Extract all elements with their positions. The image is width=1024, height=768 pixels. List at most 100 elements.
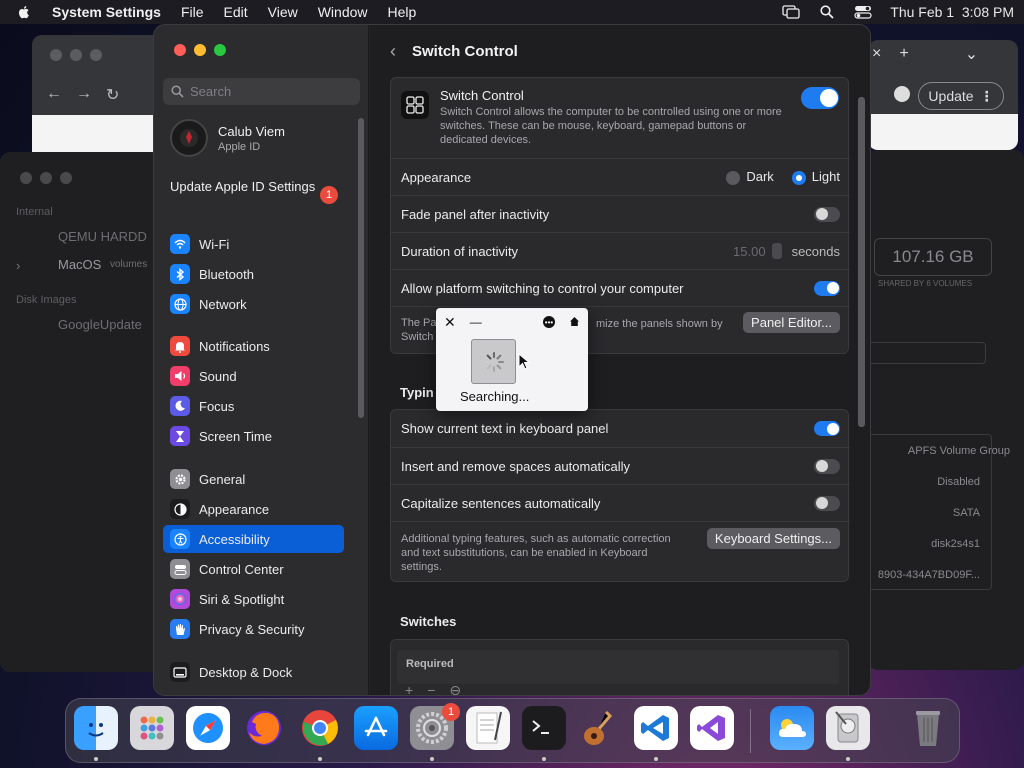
dock-disk-utility-icon[interactable]: [826, 706, 870, 750]
appearance-row: Appearance Dark Light: [391, 158, 850, 195]
new-tab-icon: +: [899, 45, 909, 62]
capitalize-row: Capitalize sentences automatically: [391, 484, 850, 521]
sidebar-item-label: Accessibility: [199, 531, 270, 547]
menu-clock[interactable]: Thu Feb 1 3:08 PM: [890, 4, 1014, 20]
capitalize-toggle[interactable]: [814, 495, 840, 511]
sidebar-item-wi-fi[interactable]: Wi-Fi: [163, 230, 344, 258]
panel-editor-button[interactable]: Panel Editor...: [743, 312, 840, 333]
required-column-header: Required: [406, 658, 454, 670]
typing-group: Show current text in keyboard panel Inse…: [390, 409, 850, 582]
sidebar-item-siri-spotlight[interactable]: Siri & Spotlight: [163, 585, 344, 613]
more-options-icon[interactable]: ⊖: [449, 682, 461, 695]
menu-help[interactable]: Help: [388, 4, 417, 20]
loading-spinner-icon: [471, 339, 516, 384]
reload-icon: ↻: [106, 87, 120, 104]
menu-window[interactable]: Window: [318, 4, 368, 20]
sidebar-item-screen-time[interactable]: Screen Time: [163, 422, 344, 450]
sidebar-item-label: Desktop & Dock: [199, 664, 293, 680]
hourglass-icon: [170, 426, 190, 446]
sidebar-item-accessibility[interactable]: Accessibility: [163, 525, 344, 553]
sidebar-item-desktop-dock[interactable]: Desktop & Dock: [163, 658, 344, 686]
bluetooth-icon: [170, 264, 190, 284]
apple-menu-icon[interactable]: [16, 4, 32, 20]
sidebar-item-sound[interactable]: Sound: [163, 362, 344, 390]
dock-textedit-icon[interactable]: [466, 706, 510, 750]
add-switch-button[interactable]: +: [405, 682, 413, 695]
dock-app-store-icon[interactable]: [354, 706, 398, 750]
sidebar-item-label: Bluetooth: [199, 266, 254, 282]
update-badge: 1: [320, 186, 338, 204]
dock-vs-code-icon[interactable]: [634, 706, 678, 750]
sidebar-item-appearance[interactable]: Appearance: [163, 495, 344, 523]
sidebar-item-label: Appearance: [199, 501, 270, 517]
back-button[interactable]: ‹: [390, 41, 396, 62]
background-chrome-window-right: × + ⌄ Update ⋮: [868, 40, 1018, 150]
update-apple-id-settings[interactable]: Update Apple ID Settings: [170, 179, 345, 195]
appearance-light-radio[interactable]: Light: [791, 169, 840, 185]
dock-weather-icon[interactable]: [770, 706, 814, 750]
minimize-panel-icon[interactable]: —: [470, 315, 482, 329]
control-center-icon: [170, 559, 190, 579]
sidebar-item-privacy-security[interactable]: Privacy & Security: [163, 615, 344, 643]
sidebar-item-bluetooth[interactable]: Bluetooth: [163, 260, 344, 288]
search-field[interactable]: [163, 78, 360, 105]
duration-row: Duration of inactivity 15.00 seconds: [391, 232, 850, 269]
menu-bar: System Settings File Edit View Window He…: [0, 0, 1024, 24]
dock: 1: [65, 698, 960, 763]
sidebar-item-label: Focus: [199, 398, 235, 414]
dock-visual-studio-icon[interactable]: [690, 706, 734, 750]
close-window-button[interactable]: [174, 44, 186, 56]
sidebar-scrollbar[interactable]: [358, 118, 364, 418]
minimize-window-button[interactable]: [194, 44, 206, 56]
close-panel-icon[interactable]: ✕: [444, 314, 456, 331]
dock-chrome-icon[interactable]: [298, 706, 342, 750]
dock-trash-icon[interactable]: [906, 706, 950, 750]
sidebar-item-notifications[interactable]: Notifications: [163, 332, 344, 360]
sidebar-item-control-center[interactable]: Control Center: [163, 555, 344, 583]
background-disk-utility-sidebar: Internal QEMU HARDD › MacOS volumes Disk…: [0, 152, 162, 672]
switch-control-toggle[interactable]: [801, 87, 839, 109]
dock-icon: [170, 662, 190, 682]
appearance-dark-radio[interactable]: Dark: [726, 169, 774, 185]
sidebar-item-label: Sound: [199, 368, 237, 384]
more-panel-icon[interactable]: •••: [543, 316, 555, 328]
sidebar-item-label: General: [199, 471, 246, 487]
apple-id-account[interactable]: Calub Viem Apple ID: [170, 119, 285, 157]
dock-launchpad-icon[interactable]: [130, 706, 174, 750]
spotlight-search-icon[interactable]: [818, 4, 836, 20]
insert-spaces-toggle[interactable]: [814, 458, 840, 474]
control-center-icon[interactable]: [854, 4, 872, 20]
hand-icon: [170, 619, 190, 639]
fade-panel-toggle[interactable]: [814, 206, 840, 222]
show-text-toggle[interactable]: [814, 421, 840, 436]
dock-firefox-icon[interactable]: [242, 706, 286, 750]
sidebar-item-focus[interactable]: Focus: [163, 392, 344, 420]
zoom-window-button[interactable]: [214, 44, 226, 56]
dock-safari-icon[interactable]: [186, 706, 230, 750]
mouse-pointer-icon: [518, 353, 530, 370]
sidebar-item-label: Notifications: [199, 338, 270, 354]
gear-icon: [170, 469, 190, 489]
sidebar-item-label: Network: [199, 296, 247, 312]
sidebar-item-network[interactable]: Network: [163, 290, 344, 318]
menu-file[interactable]: File: [181, 4, 204, 20]
duration-value-field[interactable]: 15.00: [733, 244, 766, 259]
search-input[interactable]: [190, 84, 350, 99]
menu-view[interactable]: View: [268, 4, 298, 20]
platform-switching-row: Allow platform switching to control your…: [391, 269, 850, 306]
menu-app-name[interactable]: System Settings: [52, 4, 161, 20]
globe-icon: [170, 294, 190, 314]
platform-switching-toggle[interactable]: [814, 280, 840, 296]
screen-mirroring-icon[interactable]: [782, 4, 800, 20]
content-scrollbar[interactable]: [858, 97, 865, 427]
remove-switch-button[interactable]: −: [427, 682, 435, 695]
dock-garageband-icon[interactable]: [578, 706, 622, 750]
keyboard-settings-button[interactable]: Keyboard Settings...: [706, 528, 840, 549]
sidebar-item-general[interactable]: General: [163, 465, 344, 493]
home-panel-icon[interactable]: [569, 315, 580, 330]
accessibility-icon: [170, 529, 190, 549]
dock-finder-icon[interactable]: [74, 706, 118, 750]
duration-stepper[interactable]: [771, 243, 782, 259]
menu-edit[interactable]: Edit: [224, 4, 248, 20]
dock-terminal-icon[interactable]: [522, 706, 566, 750]
